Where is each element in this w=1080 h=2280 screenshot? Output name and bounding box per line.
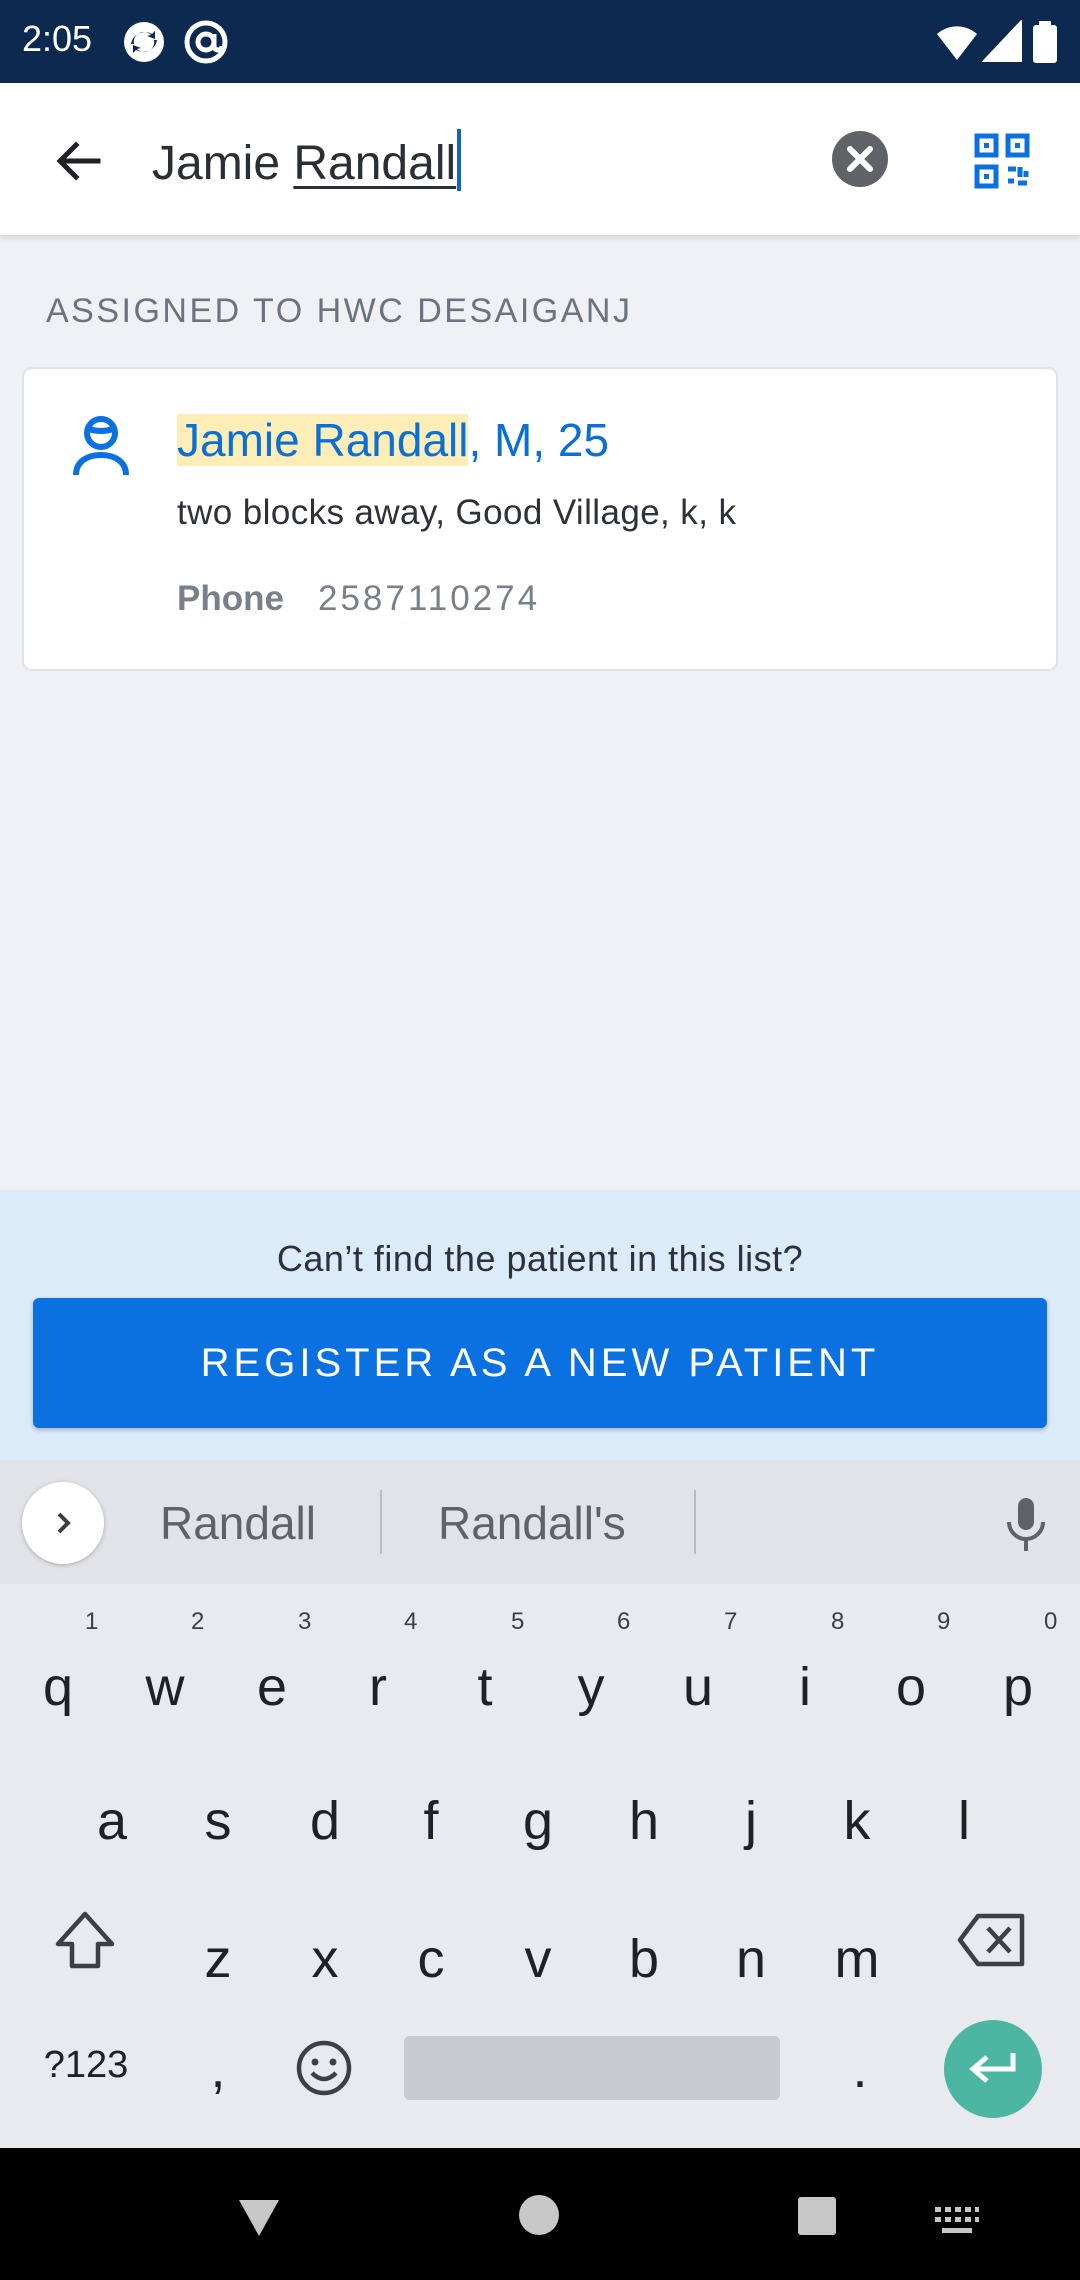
key-hint-7: 7	[724, 1608, 738, 1635]
key-c[interactable]: c	[381, 1928, 481, 1990]
key-j[interactable]: j	[701, 1790, 801, 1852]
key-f[interactable]: f	[381, 1790, 481, 1852]
symbols-key[interactable]: ?123	[36, 2044, 136, 2087]
key-t[interactable]: t	[435, 1656, 535, 1718]
enter-key[interactable]	[944, 2020, 1042, 2118]
suggestion-divider	[694, 1490, 696, 1554]
key-i[interactable]: i	[755, 1656, 855, 1718]
suggestion-1[interactable]: Randall	[160, 1496, 316, 1550]
enter-arrow-icon	[969, 2053, 1016, 2083]
home-nav-icon[interactable]	[518, 2194, 560, 2236]
key-l[interactable]: l	[914, 1790, 1014, 1852]
suggestion-2[interactable]: Randall's	[438, 1496, 626, 1550]
suggestion-divider	[380, 1490, 382, 1554]
key-p[interactable]: p	[968, 1656, 1068, 1718]
key-v[interactable]: v	[488, 1928, 588, 1990]
status-time: 2:05	[22, 18, 93, 59]
chevron-right-icon	[57, 1512, 71, 1534]
register-new-patient-button[interactable]: REGISTER AS A NEW PATIENT	[33, 1298, 1047, 1428]
wifi-icon	[935, 20, 979, 64]
patient-name-details: , M, 25	[468, 414, 610, 466]
key-hint-8: 8	[831, 1608, 845, 1635]
key-x[interactable]: x	[275, 1928, 375, 1990]
key-e[interactable]: e	[222, 1656, 322, 1718]
key-w[interactable]: w	[115, 1656, 215, 1718]
key-y[interactable]: y	[541, 1656, 641, 1718]
key-hint-3: 3	[298, 1608, 312, 1635]
at-notification-icon	[184, 20, 228, 64]
backspace-icon[interactable]	[956, 1910, 1028, 1970]
search-bar: Jamie Randall	[0, 83, 1080, 235]
phone-label: Phone	[177, 579, 284, 618]
key-o[interactable]: o	[861, 1656, 961, 1718]
key-z[interactable]: z	[168, 1928, 268, 1990]
back-arrow-icon[interactable]	[50, 133, 106, 189]
key-b[interactable]: b	[594, 1928, 694, 1990]
key-hint-0: 0	[1044, 1608, 1058, 1635]
patient-card[interactable]: Jamie Randall, M, 25 two blocks away, Go…	[22, 367, 1058, 671]
patient-address: two blocks away, Good Village, k, k	[177, 493, 737, 532]
expand-toolbar-button[interactable]	[22, 1482, 104, 1564]
space-key[interactable]	[404, 2036, 780, 2100]
shift-icon[interactable]	[52, 1908, 118, 1974]
signal-icon	[981, 18, 1026, 64]
battery-icon	[1030, 20, 1060, 64]
search-query-first: Jamie	[152, 137, 294, 190]
back-nav-icon[interactable]	[236, 2194, 282, 2240]
clear-search-icon[interactable]	[830, 129, 890, 189]
cant-find-prompt: Can’t find the patient in this list?	[276, 1238, 804, 1279]
key-s[interactable]: s	[168, 1790, 268, 1852]
key-n[interactable]: n	[701, 1928, 801, 1990]
key-h[interactable]: h	[594, 1790, 694, 1852]
suggestion-bar: Randall Randall's	[0, 1460, 1080, 1584]
key-a[interactable]: a	[62, 1790, 162, 1852]
key-u[interactable]: u	[648, 1656, 748, 1718]
patient-person-icon	[68, 413, 134, 479]
section-header: ASSIGNED TO HWC DESAIGANJ	[46, 292, 633, 330]
key-m[interactable]: m	[807, 1928, 907, 1990]
recents-nav-icon[interactable]	[797, 2196, 837, 2236]
patient-name-highlight: Jamie Randall	[177, 414, 469, 466]
keyboard: Randall Randall's q w e r t y u i o p 1 …	[0, 1460, 1080, 2148]
key-hint-5: 5	[511, 1608, 525, 1635]
key-hint-2: 2	[191, 1608, 205, 1635]
microphone-icon[interactable]	[1003, 1496, 1049, 1554]
navigation-bar	[0, 2148, 1080, 2280]
sync-notification-icon	[122, 20, 166, 64]
register-panel: Can’t find the patient in this list? REG…	[0, 1190, 1080, 1460]
patient-name: Jamie Randall, M, 25	[177, 413, 609, 467]
key-k[interactable]: k	[807, 1790, 907, 1852]
qr-code-scan-icon[interactable]	[974, 133, 1030, 189]
key-q[interactable]: q	[8, 1656, 108, 1718]
search-input[interactable]: Jamie Randall	[152, 129, 462, 191]
emoji-icon[interactable]	[294, 2038, 354, 2098]
key-hint-6: 6	[617, 1608, 631, 1635]
key-period[interactable]: .	[810, 2038, 910, 2100]
key-r[interactable]: r	[328, 1656, 428, 1718]
phone-value: 2587110274	[318, 579, 541, 618]
key-d[interactable]: d	[275, 1790, 375, 1852]
key-hint-4: 4	[404, 1608, 418, 1635]
status-bar: 2:05	[0, 0, 1080, 83]
key-g[interactable]: g	[488, 1790, 588, 1852]
search-query-underlined: Randall	[293, 137, 457, 190]
keyboard-switch-icon[interactable]	[934, 2206, 980, 2236]
key-hint-9: 9	[937, 1608, 951, 1635]
key-comma[interactable]: ,	[168, 2038, 268, 2100]
key-hint-1: 1	[85, 1608, 99, 1635]
text-cursor	[457, 129, 462, 191]
